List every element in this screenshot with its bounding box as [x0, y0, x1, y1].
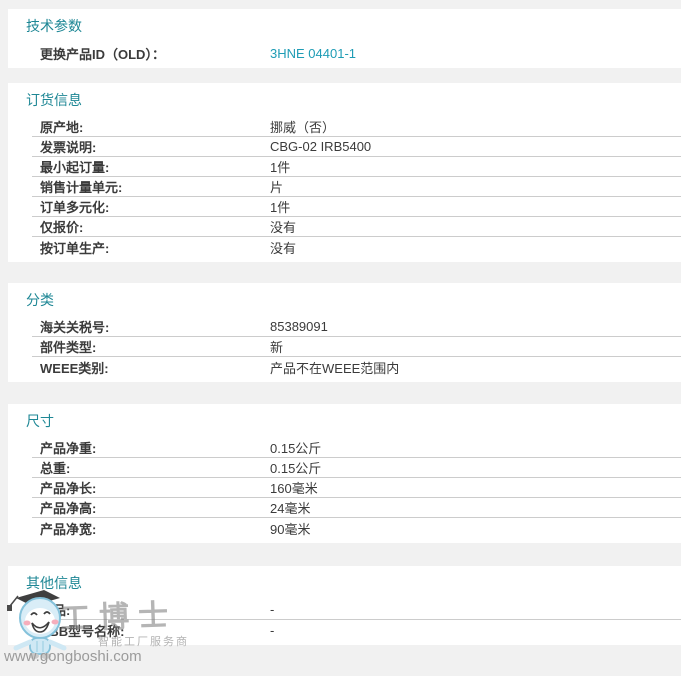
row-label: 原产地:: [32, 117, 270, 136]
row-label: 产品净重:: [32, 438, 270, 457]
spec-row: 更换产品ID（OLD）： 3HNE 04401-1: [32, 43, 681, 63]
spec-row: 产品: -: [32, 600, 681, 620]
spec-row: 产品净长: 160毫米: [32, 478, 681, 498]
row-label: 订单多元化:: [32, 197, 270, 216]
spec-row: 最小起订量: 1件: [32, 157, 681, 177]
spec-row: 订单多元化: 1件: [32, 197, 681, 217]
row-value: 1件: [270, 157, 681, 176]
row-value: 挪威（否）: [270, 117, 681, 136]
section-title: 其他信息: [26, 576, 681, 590]
section-title: 分类: [26, 293, 681, 307]
section-card: 订货信息 原产地: 挪威（否） 发票说明: CBG-02 IRB5400 最小起…: [8, 83, 681, 262]
product-link[interactable]: 3HNE 04401-1: [270, 46, 356, 61]
row-label: 总重:: [32, 458, 270, 477]
spec-sections: 技术参数 更换产品ID（OLD）： 3HNE 04401-1 订货信息 原产地:…: [0, 9, 681, 645]
section-rows: 原产地: 挪威（否） 发票说明: CBG-02 IRB5400 最小起订量: 1…: [32, 117, 681, 257]
row-label: 产品净高:: [32, 498, 270, 517]
section-rows: 产品: - ABB型号名称: -: [32, 600, 681, 640]
section-rows: 产品净重: 0.15公斤 总重: 0.15公斤 产品净长: 160毫米 产品净高…: [32, 438, 681, 538]
row-value: 24毫米: [270, 498, 681, 517]
product-spec-page: 技术参数 更换产品ID（OLD）： 3HNE 04401-1 订货信息 原产地:…: [0, 0, 681, 645]
spec-row: 仅报价: 没有: [32, 217, 681, 237]
section-card: 分类 海关关税号: 85389091 部件类型: 新 WEEE类别: 产品不在W…: [8, 283, 681, 382]
spec-row: 产品净重: 0.15公斤: [32, 438, 681, 458]
row-value: 90毫米: [270, 519, 681, 538]
row-value: 没有: [270, 217, 681, 236]
row-value: -: [270, 602, 681, 617]
section-card: 其他信息 产品: - ABB型号名称: -: [8, 566, 681, 645]
row-value: 1件: [270, 197, 681, 216]
section-card: 尺寸 产品净重: 0.15公斤 总重: 0.15公斤 产品净长: 160毫米 产…: [8, 404, 681, 543]
spec-row: WEEE类别: 产品不在WEEE范围内: [32, 357, 681, 377]
spec-row: 海关关税号: 85389091: [32, 317, 681, 337]
row-value: 0.15公斤: [270, 458, 681, 477]
row-value: -: [270, 623, 681, 638]
section-title: 尺寸: [26, 414, 681, 428]
spec-row: 按订单生产: 没有: [32, 237, 681, 257]
row-label: 海关关税号:: [32, 317, 270, 336]
row-value: 0.15公斤: [270, 438, 681, 457]
row-value: 新: [270, 337, 681, 356]
section-rows: 更换产品ID（OLD）： 3HNE 04401-1: [32, 43, 681, 63]
row-label: 产品净长:: [32, 478, 270, 497]
spec-row: 总重: 0.15公斤: [32, 458, 681, 478]
section-title: 技术参数: [26, 19, 681, 33]
row-label: 更换产品ID（OLD）：: [32, 44, 270, 63]
section-rows: 海关关税号: 85389091 部件类型: 新 WEEE类别: 产品不在WEEE…: [32, 317, 681, 377]
row-value: 3HNE 04401-1: [270, 46, 681, 61]
row-label: 产品:: [32, 600, 270, 619]
section-card: 技术参数 更换产品ID（OLD）： 3HNE 04401-1: [8, 9, 681, 68]
spec-row: 发票说明: CBG-02 IRB5400: [32, 137, 681, 157]
spec-row: 销售计量单元: 片: [32, 177, 681, 197]
row-label: ABB型号名称:: [32, 621, 270, 640]
row-value: 产品不在WEEE范围内: [270, 358, 681, 377]
spec-row: 原产地: 挪威（否）: [32, 117, 681, 137]
section-title: 订货信息: [26, 93, 681, 107]
row-label: 最小起订量:: [32, 157, 270, 176]
spec-row: ABB型号名称: -: [32, 620, 681, 640]
row-label: WEEE类别:: [32, 358, 270, 377]
row-label: 产品净宽:: [32, 519, 270, 538]
row-value: 160毫米: [270, 478, 681, 497]
row-value: 片: [270, 177, 681, 196]
spec-row: 产品净高: 24毫米: [32, 498, 681, 518]
row-value: CBG-02 IRB5400: [270, 139, 681, 154]
row-label: 部件类型:: [32, 337, 270, 356]
row-label: 销售计量单元:: [32, 177, 270, 196]
row-label: 发票说明:: [32, 137, 270, 156]
spec-row: 部件类型: 新: [32, 337, 681, 357]
row-label: 仅报价:: [32, 217, 270, 236]
row-value: 85389091: [270, 319, 681, 334]
row-label: 按订单生产:: [32, 238, 270, 257]
row-value: 没有: [270, 238, 681, 257]
spec-row: 产品净宽: 90毫米: [32, 518, 681, 538]
watermark-url: www.gongboshi.com: [4, 648, 142, 665]
